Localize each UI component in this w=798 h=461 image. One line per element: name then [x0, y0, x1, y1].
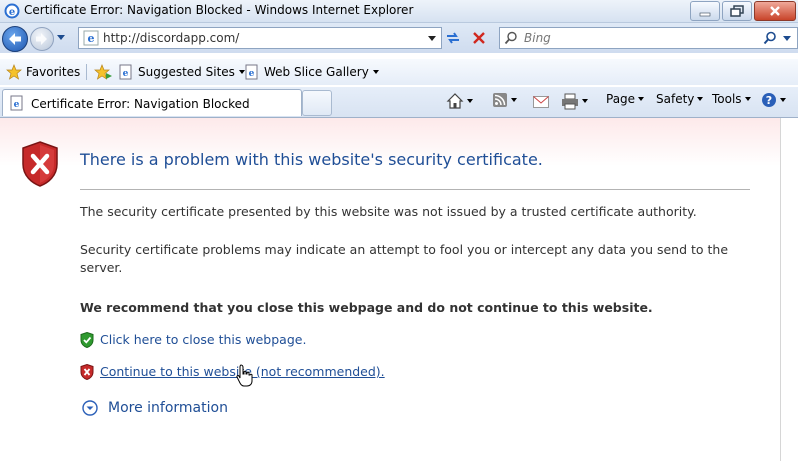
svg-text:?: ?	[766, 94, 772, 107]
warning-text: Security certificate problems may indica…	[80, 242, 729, 275]
tab-label: Certificate Error: Navigation Blocked	[31, 97, 250, 111]
chevron-down-icon	[780, 98, 786, 102]
url-text[interactable]: http://discordapp.com/	[103, 31, 239, 45]
description-text: The security certificate presented by th…	[80, 204, 697, 219]
arrow-right-icon	[36, 33, 47, 45]
web-slice-gallery-label: Web Slice Gallery	[264, 65, 369, 79]
chevron-down-icon	[638, 97, 645, 101]
search-icon[interactable]	[763, 31, 777, 45]
suggested-sites-button[interactable]: e Suggested Sites	[118, 64, 245, 80]
restore-button[interactable]	[722, 1, 752, 21]
page-ie-icon: e	[10, 95, 23, 111]
divider	[80, 189, 750, 190]
safety-menu[interactable]: Safety	[656, 92, 704, 106]
minimize-icon	[699, 12, 711, 17]
favorites-bar: Favorites e Suggested Sites e Web Slice …	[0, 59, 798, 85]
help-button[interactable]: ?	[761, 92, 786, 108]
rss-icon	[493, 93, 507, 107]
close-icon	[770, 6, 780, 16]
new-tab-button[interactable]	[302, 90, 332, 116]
back-button[interactable]	[2, 26, 28, 52]
danger-shield-icon	[80, 364, 94, 380]
chevron-down-icon	[467, 99, 473, 103]
suggested-sites-label: Suggested Sites	[138, 65, 235, 79]
chevron-down-icon	[697, 97, 704, 101]
svg-text:e: e	[88, 32, 95, 45]
page-ie-icon: e	[83, 30, 99, 46]
stop-icon[interactable]	[470, 29, 488, 47]
star-icon	[6, 64, 22, 80]
page-icon: e	[119, 64, 132, 80]
search-box[interactable]: Bing	[499, 27, 798, 49]
page-title: There is a problem with this website's s…	[80, 150, 543, 169]
ie-icon: e	[4, 3, 20, 19]
help-icon: ?	[762, 93, 776, 107]
printer-icon	[562, 93, 578, 110]
minimize-button[interactable]	[690, 1, 720, 21]
tab-bar: e Certificate Error: Navigation Blocked …	[0, 87, 798, 118]
tools-menu-label: Tools	[712, 92, 742, 106]
search-dropdown-icon[interactable]	[782, 35, 792, 43]
home-button[interactable]	[446, 92, 473, 110]
separator	[86, 64, 87, 80]
chevron-down-icon	[744, 97, 751, 101]
home-icon	[446, 93, 464, 109]
page-menu[interactable]: Page	[606, 92, 645, 106]
close-window-button[interactable]	[754, 1, 796, 21]
more-information-link[interactable]: More information	[108, 400, 228, 416]
favorites-label: Favorites	[26, 65, 81, 79]
chevron-down-icon	[372, 70, 379, 74]
svg-text:e: e	[14, 100, 20, 110]
restore-icon	[730, 5, 744, 17]
svg-text:e: e	[249, 69, 255, 79]
favorites-button[interactable]: Favorites	[6, 64, 80, 80]
address-dropdown-icon[interactable]	[427, 35, 437, 43]
safe-shield-icon	[80, 332, 94, 348]
close-webpage-link[interactable]: Click here to close this webpage.	[100, 332, 306, 347]
hand-cursor-icon	[236, 364, 253, 387]
address-toolbar: e http://discordapp.com/ Bing	[0, 23, 798, 53]
chevron-down-icon	[511, 98, 517, 102]
page-menu-label: Page	[606, 92, 636, 106]
read-mail-icon[interactable]	[533, 96, 549, 108]
address-bar[interactable]: e http://discordapp.com/	[78, 27, 442, 49]
safety-menu-label: Safety	[656, 92, 695, 106]
web-slice-gallery-button[interactable]: e Web Slice Gallery	[244, 64, 379, 80]
title-bar: e Certificate Error: Navigation Blocked …	[0, 0, 798, 23]
page-icon: e	[245, 64, 258, 80]
vertical-scrollbar[interactable]	[780, 118, 798, 461]
error-shield-icon	[22, 141, 58, 187]
refresh-icon[interactable]	[444, 29, 462, 47]
expand-chevron-icon[interactable]	[82, 400, 98, 416]
search-provider-icon	[504, 31, 517, 45]
chevron-down-icon	[582, 99, 588, 103]
arrow-left-icon	[9, 33, 21, 45]
tools-menu[interactable]: Tools	[712, 92, 751, 106]
recent-pages-dropdown-icon[interactable]	[56, 34, 66, 42]
print-button[interactable]	[561, 92, 588, 110]
window-title: Certificate Error: Navigation Blocked - …	[24, 3, 414, 17]
search-placeholder: Bing	[524, 31, 551, 45]
tab-certificate-error[interactable]: e Certificate Error: Navigation Blocked	[2, 89, 302, 116]
svg-text:e: e	[123, 69, 129, 79]
forward-button[interactable]	[30, 27, 54, 51]
svg-text:e: e	[9, 7, 15, 18]
feeds-button[interactable]	[492, 92, 517, 108]
add-to-favorites-icon[interactable]	[94, 63, 112, 81]
recommendation-text: We recommend that you close this webpage…	[80, 300, 653, 315]
